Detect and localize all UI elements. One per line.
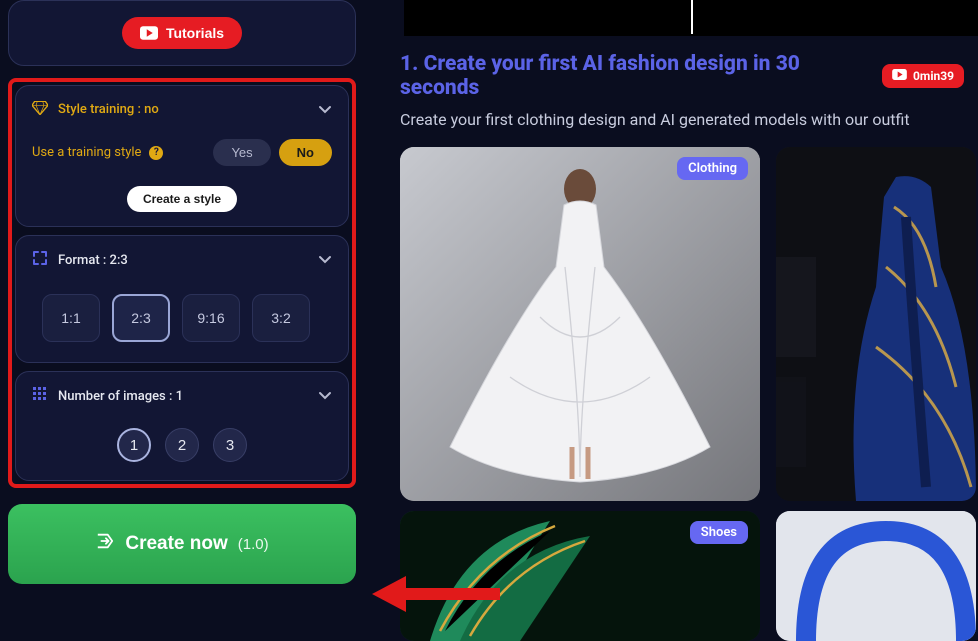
create-now-button[interactable]: Create now (1.0) — [8, 504, 356, 584]
video-time-pill[interactable]: 0min39 — [882, 64, 964, 88]
count-1[interactable]: 1 — [117, 428, 151, 462]
main-content: 1. Create your first AI fashion design i… — [400, 0, 978, 628]
create-style-button[interactable]: Create a style — [127, 186, 237, 212]
tag-shoes: Shoes — [690, 521, 748, 544]
chevron-down-icon — [318, 105, 332, 115]
training-style-no[interactable]: No — [279, 139, 332, 166]
youtube-icon — [892, 69, 907, 83]
options-highlight-box: Style training : no Use a training style… — [8, 78, 356, 488]
image-count-panel: Number of images : 1 1 2 3 — [15, 371, 349, 481]
use-training-style-label: Use a training style — [32, 145, 141, 160]
video-time-label: 0min39 — [913, 69, 954, 83]
count-2[interactable]: 2 — [165, 428, 199, 462]
grid-icon — [32, 386, 48, 406]
training-style-yes[interactable]: Yes — [213, 139, 270, 166]
tag-clothing: Clothing — [677, 157, 748, 180]
image-count-header[interactable]: Number of images : 1 — [32, 386, 332, 406]
gallery-card-strap[interactable] — [776, 511, 976, 641]
tutorials-button[interactable]: Tutorials — [122, 17, 242, 49]
tutorials-panel: Tutorials — [8, 0, 356, 66]
create-now-sub: (1.0) — [238, 536, 269, 553]
gallery-card-clothing[interactable]: Clothing — [400, 147, 760, 501]
chevron-down-icon — [318, 255, 332, 265]
create-now-label: Create now — [125, 533, 227, 555]
format-title: Format : 2:3 — [58, 253, 128, 268]
style-training-panel: Style training : no Use a training style… — [15, 85, 349, 227]
gallery-card-gown[interactable] — [776, 147, 976, 501]
ratio-2-3[interactable]: 2:3 — [112, 294, 170, 342]
youtube-icon — [140, 26, 158, 40]
section-description: Create your first clothing design and AI… — [400, 110, 978, 129]
ratio-3-2[interactable]: 3:2 — [252, 294, 310, 342]
format-panel: Format : 2:3 1:1 2:3 9:16 3:2 — [15, 235, 349, 363]
format-header[interactable]: Format : 2:3 — [32, 250, 332, 270]
style-training-header[interactable]: Style training : no — [32, 100, 332, 119]
video-preview-strip[interactable] — [404, 0, 978, 36]
style-training-title: Style training : no — [58, 102, 159, 117]
chevron-down-icon — [318, 391, 332, 401]
ratio-9-16[interactable]: 9:16 — [182, 294, 240, 342]
tutorials-label: Tutorials — [166, 25, 224, 41]
count-3[interactable]: 3 — [213, 428, 247, 462]
crop-icon — [32, 250, 48, 270]
export-icon — [95, 532, 115, 556]
training-style-toggle: Yes No — [213, 139, 332, 166]
gallery-card-shoes[interactable]: Shoes — [400, 511, 760, 641]
help-icon[interactable]: ? — [149, 146, 163, 160]
image-count-title: Number of images : 1 — [58, 389, 183, 404]
ratio-1-1[interactable]: 1:1 — [42, 294, 100, 342]
diamond-icon — [32, 100, 48, 119]
section-heading: 1. Create your first AI fashion design i… — [400, 52, 882, 100]
